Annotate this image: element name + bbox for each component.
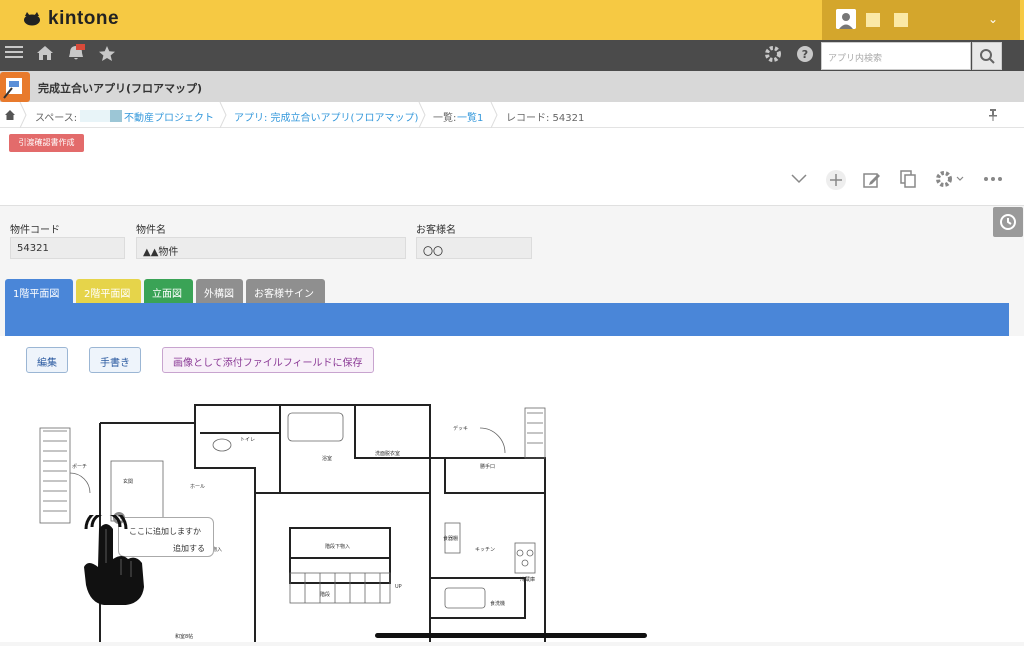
chevron-down-icon[interactable] [790, 172, 808, 186]
breadcrumb: スペース: 不動産プロジェクト アプリ: 完成立合いアプリ(フロアマップ) 一覧… [0, 102, 1024, 128]
svg-text:浴室: 浴室 [322, 455, 332, 462]
favorite-icon[interactable] [97, 45, 117, 65]
search-icon [980, 49, 995, 64]
app-icon [0, 72, 30, 102]
edit-button[interactable]: 編集 [26, 347, 68, 373]
field-label-customer-name: お客様名 [416, 225, 456, 236]
tab-floor2[interactable]: 2階平面図 [76, 279, 141, 303]
field-label-property-name: 物件名 [136, 225, 166, 236]
svg-text:UP: UP [395, 584, 402, 590]
brand-name: kintone [48, 8, 120, 29]
svg-text:階段: 階段 [320, 591, 330, 598]
svg-text:食器棚: 食器棚 [443, 535, 458, 542]
issue-confirmation-button[interactable]: 引渡確認書作成 [9, 134, 84, 152]
user-name-block [866, 13, 880, 27]
logo-cat-icon [24, 12, 40, 26]
breadcrumb-space-label: スペース: [35, 113, 78, 124]
chevron-down-icon[interactable]: ⌄ [988, 12, 998, 26]
field-customer-name: 〇〇 [416, 237, 532, 259]
home-icon[interactable] [35, 45, 55, 65]
tab-content-header [5, 303, 1009, 336]
field-property-name: ▲▲物件 [136, 237, 406, 259]
clock-icon[interactable] [993, 207, 1023, 237]
breadcrumb-list-link[interactable]: 一覧1 [457, 109, 483, 124]
svg-text:階段下物入: 階段下物入 [325, 543, 350, 550]
svg-text:トイレ: トイレ [240, 437, 255, 443]
svg-text:和室8帖: 和室8帖 [175, 633, 193, 640]
room-label: ポーチ [72, 463, 87, 470]
svg-text:ホール: ホール [190, 484, 205, 490]
svg-text:冷蔵庫: 冷蔵庫 [520, 576, 535, 583]
home-indicator [375, 633, 647, 638]
breadcrumb-separator [19, 102, 27, 128]
pin-icon[interactable] [988, 109, 998, 121]
popup-add-action[interactable]: 追加する [173, 543, 205, 554]
user-menu[interactable]: ⌄ [822, 0, 1020, 40]
add-icon[interactable] [825, 169, 847, 191]
redacted-block [80, 110, 110, 122]
breadcrumb-separator [418, 102, 426, 128]
settings-icon[interactable] [763, 45, 783, 65]
app-search-input[interactable]: アプリ内検索 [821, 42, 971, 70]
edit-icon[interactable] [863, 171, 881, 189]
tab-exterior[interactable]: 外構図 [196, 279, 243, 303]
notification-icon[interactable] [66, 44, 86, 64]
handwrite-button[interactable]: 手書き [89, 347, 141, 373]
more-icon[interactable] [983, 175, 1003, 183]
breadcrumb-separator [219, 102, 227, 128]
search-button[interactable] [972, 42, 1002, 70]
field-label-property-code: 物件コード [10, 225, 60, 236]
breadcrumb-app-link[interactable]: アプリ: 完成立合いアプリ(フロアマップ) [234, 109, 418, 124]
field-property-code: 54321 [10, 237, 125, 259]
svg-text:洗面脱衣室: 洗面脱衣室 [375, 450, 400, 457]
menu-icon[interactable] [4, 44, 24, 64]
user-icon [836, 9, 856, 29]
help-icon[interactable]: ? [795, 45, 815, 65]
tab-customer-sign[interactable]: お客様サイン [246, 279, 325, 303]
app-title: 完成立合いアプリ(フロアマップ) [38, 82, 203, 95]
breadcrumb-space-link[interactable]: 不動産プロジェクト [124, 109, 214, 124]
breadcrumb-separator [490, 102, 498, 128]
svg-text:?: ? [802, 48, 808, 61]
svg-text:玄関: 玄関 [123, 478, 133, 485]
copy-icon[interactable] [899, 170, 917, 188]
save-image-button[interactable]: 画像として添付ファイルフィールドに保存 [162, 347, 374, 373]
home-icon[interactable] [5, 110, 15, 120]
breadcrumb-list-label: 一覧: [433, 113, 457, 124]
space-icon [110, 110, 122, 122]
svg-text:食洗機: 食洗機 [490, 600, 505, 607]
svg-text:デッキ: デッキ [453, 425, 468, 432]
tab-floor1[interactable]: 1階平面図 [5, 279, 73, 303]
svg-text:勝手口: 勝手口 [480, 463, 495, 470]
hand-pointer-icon [84, 515, 144, 605]
kintone-logo[interactable]: kintone [22, 8, 119, 30]
tab-elevation[interactable]: 立面図 [144, 279, 193, 303]
gear-icon[interactable] [935, 170, 965, 188]
record-toolbar [0, 128, 1024, 206]
breadcrumb-record: レコード: 54321 [506, 113, 585, 124]
svg-text:キッチン: キッチン [475, 547, 495, 553]
user-name-block [894, 13, 908, 27]
